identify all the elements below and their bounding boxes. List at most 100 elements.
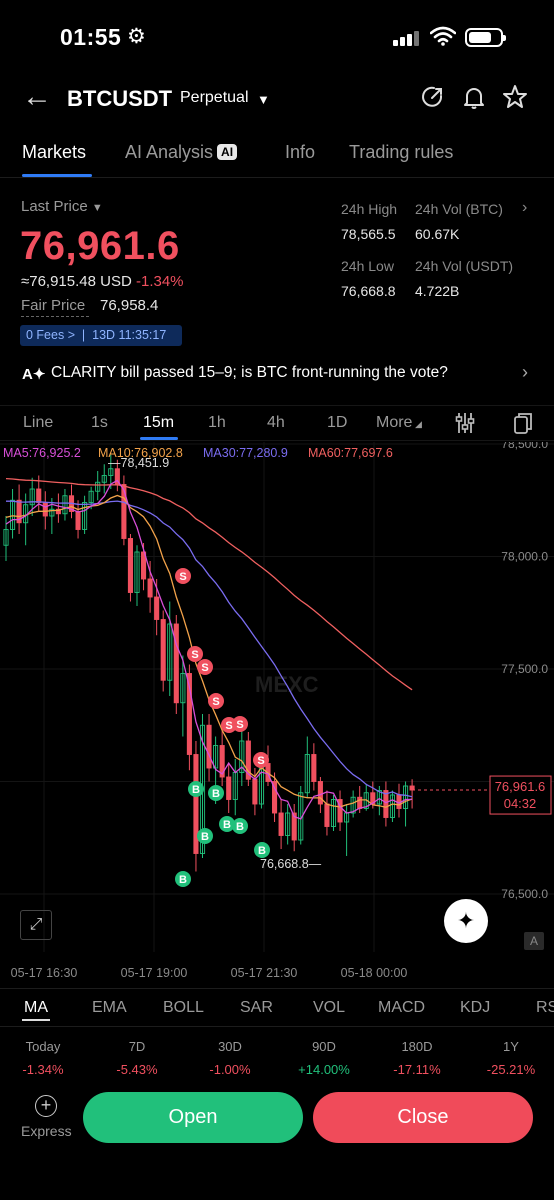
interval-4h[interactable]: 4h <box>267 414 285 432</box>
interval-1d[interactable]: 1D <box>327 414 347 432</box>
vol-usdt-value: 4.722B <box>415 283 460 299</box>
fullscreen-icon[interactable]: ⤢ <box>20 910 52 940</box>
current-price-label: 76,961.6 <box>495 779 546 794</box>
chart-settings-icon[interactable] <box>454 411 476 435</box>
interval-more[interactable]: More ◢ <box>376 414 422 432</box>
perf-label-7d: 7D <box>128 1039 146 1054</box>
last-price-label[interactable]: Last Price ▼ <box>21 198 103 215</box>
candle <box>311 743 317 791</box>
sell-signal-letter: S <box>191 649 198 661</box>
candle <box>206 714 212 782</box>
candle <box>239 727 245 786</box>
approx-usd: ≈76,915.48 USD -1.34% <box>21 273 184 290</box>
buy-signal-letter: B <box>179 874 187 886</box>
candle <box>134 545 140 606</box>
fees-badge[interactable]: 0 Fees > | 13D 11:35:17 <box>20 325 182 346</box>
candle-body <box>226 776 232 800</box>
indicator-ema[interactable]: EMA <box>92 999 127 1017</box>
candle <box>160 610 166 692</box>
interval-1h[interactable]: 1h <box>208 414 226 432</box>
x-axis: 05-17 16:30 05-17 19:00 05-17 21:30 05-18 0… <box>11 966 408 980</box>
buy-signal: B <box>232 818 248 834</box>
x-tick-label: 05-18 00:00 <box>341 966 408 980</box>
contract-type[interactable]: Perpetual <box>180 89 249 107</box>
share-icon[interactable] <box>420 84 446 110</box>
gear-icon: ⚙ <box>127 25 146 48</box>
tab-info[interactable]: Info <box>285 142 315 163</box>
candle-body <box>127 538 134 593</box>
buy-signal: B <box>208 785 224 801</box>
candle <box>324 790 330 836</box>
candle <box>285 804 291 845</box>
ai-sparkle-icon: A✦ <box>22 366 46 383</box>
candle-body <box>311 754 317 782</box>
ma60-legend: MA60:77,697.6 <box>308 446 393 460</box>
ma30-legend: MA30:77,280.9 <box>203 446 288 460</box>
sell-signal-letter: S <box>225 720 232 732</box>
bell-icon[interactable] <box>461 84 487 110</box>
sell-signal: S <box>232 716 248 732</box>
buy-signal-letter: B <box>236 821 244 833</box>
divider <box>0 177 554 178</box>
sell-signal-letter: S <box>236 719 243 731</box>
plus-circle-icon[interactable]: + <box>35 1095 57 1117</box>
fair-price-underline <box>21 316 89 317</box>
news-banner[interactable]: A✦ CLARITY bill passed 15–9; is BTC fron… <box>22 362 532 388</box>
open-button[interactable]: Open <box>83 1092 303 1143</box>
candle-body <box>42 502 48 517</box>
interval-1s[interactable]: 1s <box>91 414 108 432</box>
perf-label-1y: 1Y <box>503 1039 519 1054</box>
indicator-boll[interactable]: BOLL <box>163 999 204 1017</box>
candle-body <box>278 812 284 836</box>
tab-ai-analysis[interactable]: AI Analysis AI <box>125 142 238 163</box>
candle <box>101 464 107 494</box>
indicator-sar[interactable]: SAR <box>240 999 273 1017</box>
fair-price-value: 76,958.4 <box>100 297 159 314</box>
fair-price-label[interactable]: Fair Price <box>21 297 85 314</box>
ai-assist-icon[interactable]: ✦ <box>444 899 488 943</box>
pair-title[interactable]: BTCUSDT <box>67 86 172 112</box>
indicator-vol[interactable]: VOL <box>313 999 345 1017</box>
sell-signal: S <box>175 568 191 584</box>
buy-signal: B <box>254 842 270 858</box>
candle <box>383 781 389 827</box>
express-label[interactable]: Express <box>21 1123 72 1139</box>
low-annotation: 76,668.8— <box>260 857 322 871</box>
close-button[interactable]: Close <box>313 1092 533 1143</box>
candle-body <box>317 781 323 805</box>
sell-signal: S <box>187 646 203 662</box>
x-tick-label: 05-17 16:30 <box>11 966 78 980</box>
star-icon[interactable] <box>502 84 528 110</box>
perf-value-1y: -25.21% <box>486 1062 536 1077</box>
y-tick-label: 78,000.0 <box>501 550 548 564</box>
buy-signal-letter: B <box>258 845 266 857</box>
candle <box>193 741 199 872</box>
ai-badge: AI <box>217 144 238 160</box>
battery-icon <box>465 28 506 47</box>
indicator-macd[interactable]: MACD <box>378 999 425 1017</box>
tab-trading-rules[interactable]: Trading rules <box>349 142 453 163</box>
perf-label-180d: 180D <box>401 1039 433 1054</box>
chevron-right-icon: › <box>522 362 528 382</box>
tab-markets[interactable]: Markets <box>22 142 86 163</box>
perf-value-30d: -1.00% <box>209 1062 251 1077</box>
candle <box>226 763 232 813</box>
copy-icon[interactable] <box>513 411 533 435</box>
caret-down-icon[interactable]: ▼ <box>257 92 270 107</box>
x-tick-label: 05-17 19:00 <box>121 966 188 980</box>
back-arrow-icon[interactable]: ← <box>22 82 52 112</box>
candle <box>330 795 337 831</box>
auto-scale-badge[interactable]: A <box>524 932 544 950</box>
indicator-rsi[interactable]: RSI <box>536 999 554 1017</box>
chevron-right-icon[interactable]: › <box>522 199 527 217</box>
candle <box>68 484 75 519</box>
sell-signal: S <box>253 752 269 768</box>
sell-signal: S <box>197 659 213 675</box>
sell-signal: S <box>208 693 224 709</box>
interval-line[interactable]: Line <box>23 414 53 432</box>
indicator-kdj[interactable]: KDJ <box>460 999 490 1017</box>
indicator-ma[interactable]: MA <box>24 999 48 1017</box>
interval-15m[interactable]: 15m <box>143 414 174 432</box>
y-axis: 78,500.078,000.077,500.077,000.076,500.0 <box>501 442 548 901</box>
candle-body <box>75 511 81 530</box>
